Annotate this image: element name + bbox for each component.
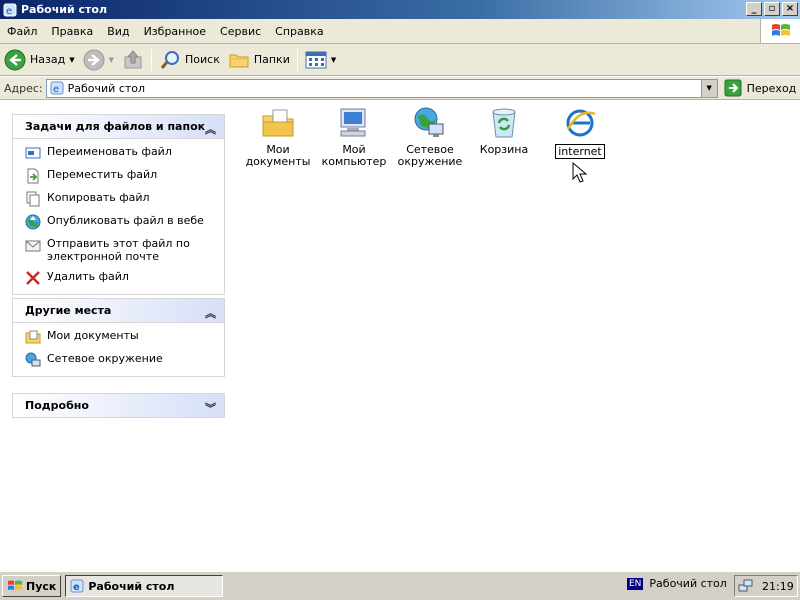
desktop-icon-internet[interactable]: internet bbox=[540, 106, 620, 159]
menu-file[interactable]: Файл bbox=[0, 25, 44, 38]
address-label: Адрес: bbox=[4, 81, 43, 95]
toolbar-separator bbox=[151, 48, 152, 71]
taskbar: Пуск e Рабочий стол EN Рабочий стол 21:1… bbox=[0, 571, 800, 600]
maximize-button[interactable]: ▫ bbox=[764, 2, 780, 16]
task-rename-file[interactable]: Переименовать файл bbox=[25, 145, 216, 161]
menu-bar: Файл Правка Вид Избранное Сервис Справка bbox=[0, 19, 800, 44]
up-folder-icon bbox=[124, 49, 142, 68]
views-icon bbox=[305, 51, 327, 68]
search-icon bbox=[160, 50, 179, 69]
back-button[interactable]: Назад ▼ bbox=[0, 47, 79, 73]
svg-text:e: e bbox=[6, 6, 12, 17]
desktop-window-icon: e bbox=[70, 579, 84, 593]
address-value: Рабочий стол bbox=[67, 81, 146, 95]
taskbar-window-button[interactable]: e Рабочий стол bbox=[65, 575, 224, 597]
delete-icon bbox=[26, 271, 40, 285]
file-tasks-header[interactable]: Задачи для файлов и папок ︽ bbox=[12, 114, 225, 139]
file-tasks-list: Переименовать файл Переместить файл Копи… bbox=[12, 139, 225, 295]
desktop-icon-network[interactable]: Сетевое окружение bbox=[390, 106, 470, 168]
rename-input[interactable]: internet bbox=[555, 144, 605, 159]
my-computer-icon bbox=[340, 108, 366, 137]
network-tray-icon[interactable] bbox=[738, 579, 754, 593]
mouse-cursor-icon bbox=[572, 162, 588, 183]
collapse-chevron-icon[interactable]: ︽ bbox=[205, 305, 216, 321]
svg-text:e: e bbox=[53, 84, 59, 95]
menu-tools[interactable]: Сервис bbox=[213, 25, 268, 38]
folders-button[interactable]: Папки bbox=[224, 47, 294, 73]
place-network[interactable]: Сетевое окружение bbox=[25, 352, 216, 368]
address-dropdown-button[interactable]: ▼ bbox=[700, 79, 717, 97]
back-arrow-icon bbox=[4, 49, 26, 70]
internet-explorer-icon bbox=[566, 109, 596, 137]
email-icon bbox=[25, 240, 41, 252]
other-places-header[interactable]: Другие места ︽ bbox=[12, 298, 225, 323]
details-panel: Подробно ︾ bbox=[12, 393, 225, 418]
other-places-panel: Другие места ︽ Мои документы Сетевое окр… bbox=[12, 298, 225, 377]
move-icon bbox=[27, 168, 39, 184]
rename-icon bbox=[25, 147, 41, 159]
toolbar: Назад ▼ ▼ Поиск Папки ▼ bbox=[0, 44, 800, 76]
my-documents-icon bbox=[25, 330, 41, 344]
up-folder-button[interactable] bbox=[118, 47, 148, 73]
desktop-icon-my-computer[interactable]: Мой компьютер bbox=[314, 106, 394, 168]
views-dropdown-icon[interactable]: ▼ bbox=[331, 56, 336, 64]
forward-arrow-icon bbox=[83, 49, 105, 70]
desktop-icon-recycle-bin[interactable]: Корзина bbox=[464, 106, 544, 156]
publish-web-icon bbox=[25, 214, 41, 230]
windows-logo-icon bbox=[8, 580, 22, 590]
address-bar: Адрес: e Рабочий стол ▼ Переход bbox=[0, 77, 800, 100]
search-button[interactable]: Поиск bbox=[155, 47, 224, 73]
language-desktop-toolbar[interactable]: EN Рабочий стол bbox=[627, 577, 727, 590]
title-bar: e Рабочий стол _ ▫ × bbox=[0, 0, 800, 19]
recycle-bin-icon bbox=[492, 108, 516, 138]
menu-view[interactable]: Вид bbox=[100, 25, 136, 38]
task-move-file[interactable]: Переместить файл bbox=[25, 168, 216, 184]
menu-edit[interactable]: Правка bbox=[44, 25, 100, 38]
place-my-documents[interactable]: Мои документы bbox=[25, 329, 216, 345]
task-copy-file[interactable]: Копировать файл bbox=[25, 191, 216, 207]
menu-help[interactable]: Справка bbox=[268, 25, 330, 38]
network-places-icon bbox=[25, 352, 41, 367]
network-neighborhood-icon bbox=[414, 107, 444, 137]
details-header[interactable]: Подробно ︾ bbox=[12, 393, 225, 418]
desktop-toolbar-label[interactable]: Рабочий стол bbox=[649, 577, 726, 590]
desktop-icon-my-documents[interactable]: Мои документы bbox=[238, 106, 318, 168]
task-send-email[interactable]: Отправить этот файл по электронной почте bbox=[25, 237, 216, 263]
views-button[interactable]: ▼ bbox=[301, 47, 340, 73]
clock[interactable]: 21:19 bbox=[762, 580, 794, 593]
task-delete-file[interactable]: Удалить файл bbox=[25, 270, 216, 286]
expand-chevron-icon[interactable]: ︾ bbox=[205, 400, 216, 416]
window-title: Рабочий стол bbox=[21, 3, 108, 16]
go-button[interactable]: Переход bbox=[724, 79, 796, 97]
toolbar-separator bbox=[296, 48, 298, 71]
language-indicator[interactable]: EN bbox=[627, 577, 644, 590]
forward-dropdown-icon[interactable]: ▼ bbox=[109, 56, 114, 64]
my-documents-folder-icon bbox=[262, 109, 294, 137]
desktop-location-icon: e bbox=[50, 81, 64, 95]
task-publish-web[interactable]: Опубликовать файл в вебе bbox=[25, 214, 216, 230]
copy-icon bbox=[26, 191, 40, 207]
go-arrow-icon bbox=[724, 79, 742, 97]
file-tasks-panel: Задачи для файлов и папок ︽ Переименоват… bbox=[12, 114, 225, 295]
address-input[interactable]: e Рабочий стол ▼ bbox=[45, 78, 718, 98]
folders-icon bbox=[229, 54, 249, 67]
menu-favorites[interactable]: Избранное bbox=[137, 25, 213, 38]
system-tray: 21:19 bbox=[734, 575, 798, 597]
minimize-button[interactable]: _ bbox=[746, 2, 762, 16]
back-dropdown-icon[interactable]: ▼ bbox=[69, 56, 74, 64]
close-button[interactable]: × bbox=[782, 2, 798, 16]
desktop-window-icon: e bbox=[3, 3, 17, 17]
windows-flag-icon bbox=[760, 19, 800, 43]
collapse-chevron-icon[interactable]: ︽ bbox=[205, 121, 216, 137]
other-places-list: Мои документы Сетевое окружение bbox=[12, 323, 225, 377]
start-button[interactable]: Пуск bbox=[2, 575, 62, 597]
forward-button[interactable]: ▼ bbox=[79, 47, 118, 73]
svg-text:e: e bbox=[73, 582, 80, 593]
tasks-pane: Задачи для файлов и папок ︽ Переименоват… bbox=[0, 101, 236, 570]
